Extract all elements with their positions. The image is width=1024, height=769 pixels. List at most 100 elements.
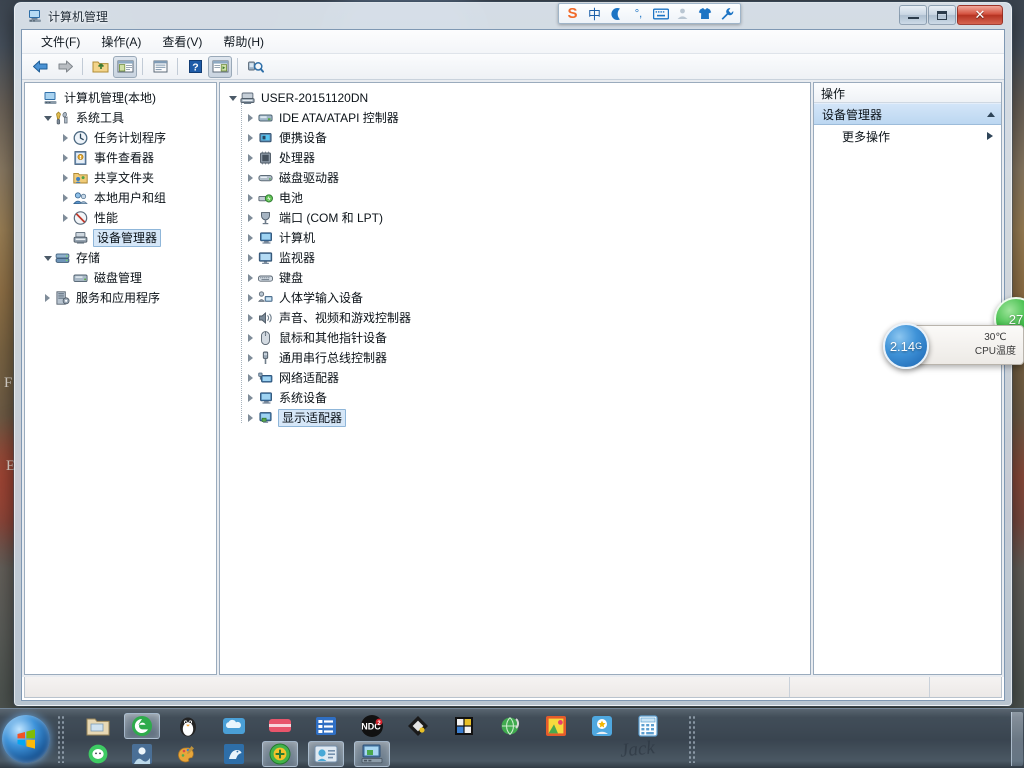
taskbar-green-chat[interactable]: [80, 741, 116, 767]
taskbar-computer-management[interactable]: [354, 741, 390, 767]
device-node-computer[interactable]: 计算机: [226, 228, 810, 248]
taskbar-paint[interactable]: [170, 741, 206, 767]
console-tree-pane[interactable]: 计算机管理(本地) 系统工具: [24, 82, 217, 675]
taskbar-winter-app[interactable]: [124, 741, 160, 767]
twisty-expanded[interactable]: [41, 116, 54, 121]
chinese-mode-icon[interactable]: 中: [586, 5, 603, 22]
sogou-logo-icon[interactable]: S: [564, 5, 581, 22]
device-node-monitor[interactable]: 监视器: [226, 248, 810, 268]
taskbar-globe[interactable]: [492, 713, 528, 739]
twisty-collapsed[interactable]: [244, 354, 257, 362]
twisty-collapsed[interactable]: [244, 294, 257, 302]
soft-keyboard-icon[interactable]: [652, 5, 669, 22]
taskbar-explorer[interactable]: [80, 713, 116, 739]
twisty-collapsed[interactable]: [244, 174, 257, 182]
device-node-system-device[interactable]: 系统设备: [226, 388, 810, 408]
sidebar-item-system-tools[interactable]: 系统工具: [29, 108, 216, 128]
device-node-disk-drive[interactable]: 磁盘驱动器: [226, 168, 810, 188]
show-console-tree-button[interactable]: [113, 56, 137, 78]
maximize-button[interactable]: [928, 5, 956, 25]
twisty-collapsed[interactable]: [244, 334, 257, 342]
user-icon[interactable]: [674, 5, 691, 22]
menu-file[interactable]: 文件(F): [32, 30, 89, 53]
taskbar-red-app[interactable]: [262, 713, 298, 739]
twisty-collapsed[interactable]: [59, 154, 72, 162]
minimize-button[interactable]: [899, 5, 927, 25]
twisty-collapsed[interactable]: [59, 214, 72, 222]
taskbar-contacts[interactable]: [308, 741, 344, 767]
taskbar-grid[interactable]: [446, 713, 482, 739]
twisty-collapsed[interactable]: [244, 134, 257, 142]
twisty-collapsed[interactable]: [244, 254, 257, 262]
device-node-portable-device[interactable]: 便携设备: [226, 128, 810, 148]
twisty-collapsed[interactable]: [244, 114, 257, 122]
twisty-collapsed[interactable]: [244, 274, 257, 282]
device-node-ports[interactable]: 端口 (COM 和 LPT): [226, 208, 810, 228]
twisty-expanded[interactable]: [41, 256, 54, 261]
sidebar-item-device-manager[interactable]: 设备管理器: [29, 228, 216, 248]
twisty-collapsed[interactable]: [244, 214, 257, 222]
back-button[interactable]: [28, 56, 52, 78]
twisty-collapsed[interactable]: [244, 394, 257, 402]
up-one-level-button[interactable]: [88, 56, 112, 78]
taskbar-calculator[interactable]: [630, 713, 666, 739]
tree-root-computer-management[interactable]: 计算机管理(本地): [29, 88, 216, 108]
action-more-actions[interactable]: 更多操作: [814, 125, 1001, 147]
sidebar-item-services-applications[interactable]: 服务和应用程序: [29, 288, 216, 308]
twisty-expanded[interactable]: [226, 96, 239, 101]
menu-action[interactable]: 操作(A): [92, 30, 150, 53]
twisty-collapsed[interactable]: [244, 194, 257, 202]
scan-hardware-changes-button[interactable]: [243, 56, 267, 78]
taskbar-diamond[interactable]: [400, 713, 436, 739]
menu-view[interactable]: 查看(V): [153, 30, 211, 53]
twisty-collapsed[interactable]: [244, 234, 257, 242]
taskbar-ndc[interactable]: NDC 2: [354, 713, 390, 739]
sidebar-item-task-scheduler[interactable]: 任务计划程序: [29, 128, 216, 148]
action-pane[interactable]: 操作 设备管理器 更多操作: [813, 82, 1002, 675]
twisty-collapsed[interactable]: [244, 414, 257, 422]
forward-button[interactable]: [53, 56, 77, 78]
taskbar-browser[interactable]: [124, 713, 160, 739]
window-titlebar[interactable]: 计算机管理 ✕: [21, 3, 1005, 29]
punctuation-icon[interactable]: °,: [630, 5, 647, 22]
system-monitor-widget[interactable]: 2.14G 30℃ CPU温度: [912, 325, 1024, 365]
twisty-collapsed[interactable]: [41, 294, 54, 302]
moon-icon[interactable]: [608, 5, 625, 22]
taskbar-photo[interactable]: [538, 713, 574, 739]
twisty-collapsed[interactable]: [59, 194, 72, 202]
device-node-hid[interactable]: 人体学输入设备: [226, 288, 810, 308]
chevron-up-icon[interactable]: [987, 112, 995, 117]
toolbar-grip[interactable]: [57, 715, 65, 763]
twisty-collapsed[interactable]: [59, 134, 72, 142]
taskbar-cloud[interactable]: [216, 713, 252, 739]
sidebar-item-disk-management[interactable]: 磁盘管理: [29, 268, 216, 288]
sidebar-item-event-viewer[interactable]: 事件查看器: [29, 148, 216, 168]
device-node-processor[interactable]: 处理器: [226, 148, 810, 168]
help-button[interactable]: ?: [183, 56, 207, 78]
device-tree-root[interactable]: USER-20151120DN: [226, 88, 810, 108]
twisty-collapsed[interactable]: [244, 314, 257, 322]
taskbar-security[interactable]: [262, 741, 298, 767]
device-node-network-adapter[interactable]: 网络适配器: [226, 368, 810, 388]
device-node-display-adapter[interactable]: 显示适配器: [226, 408, 810, 428]
taskbar-blue-list[interactable]: [308, 713, 344, 739]
taskbar-bird-app[interactable]: [216, 741, 252, 767]
device-node-usb-controller[interactable]: 通用串行总线控制器: [226, 348, 810, 368]
device-node-mouse[interactable]: 鼠标和其他指针设备: [226, 328, 810, 348]
twisty-collapsed[interactable]: [244, 154, 257, 162]
memory-gauge-ball[interactable]: 2.14G: [883, 323, 929, 369]
taskbar-star[interactable]: [584, 713, 620, 739]
device-node-ide-controller[interactable]: IDE ATA/ATAPI 控制器: [226, 108, 810, 128]
sidebar-item-storage[interactable]: 存储: [29, 248, 216, 268]
device-node-battery[interactable]: 电池: [226, 188, 810, 208]
action-pane-selected-item[interactable]: 设备管理器: [814, 103, 1001, 125]
close-button[interactable]: ✕: [957, 5, 1003, 25]
sidebar-item-shared-folders[interactable]: 共享文件夹: [29, 168, 216, 188]
show-desktop-button[interactable]: [1011, 712, 1023, 766]
device-node-keyboard[interactable]: 键盘: [226, 268, 810, 288]
properties-button[interactable]: [148, 56, 172, 78]
sogou-ime-toolbar[interactable]: S 中 °,: [558, 3, 741, 24]
twisty-collapsed[interactable]: [244, 374, 257, 382]
toolbar-grip[interactable]: [688, 715, 696, 763]
device-manager-pane[interactable]: USER-20151120DN IDE ATA/ATAPI 控制器: [219, 82, 811, 675]
